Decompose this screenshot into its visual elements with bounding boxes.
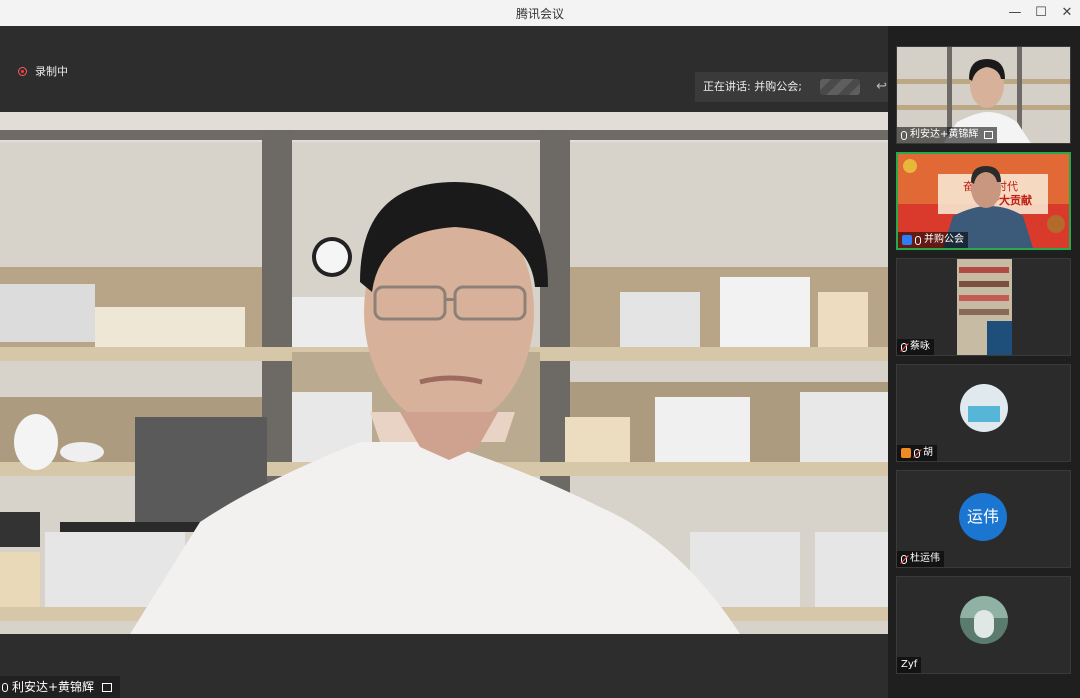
participant-label: 利安达+黄锦辉	[897, 127, 998, 143]
participant-avatar	[960, 596, 1008, 644]
participant-name: 蔡咏	[910, 341, 930, 352]
participant-label: 蔡咏	[897, 339, 934, 355]
participant-tile-active[interactable]: 奋进新时代 十大贡献 并购公会	[896, 152, 1071, 250]
participant-tile[interactable]: 运伟 杜运伟	[896, 470, 1071, 568]
main-speaker-video	[0, 112, 888, 634]
participant-name: 并购公会	[924, 234, 964, 245]
screen-share-icon	[984, 131, 994, 139]
minimize-button[interactable]: —	[1006, 4, 1024, 22]
record-icon	[18, 67, 27, 76]
speaking-indicator: 正在讲话: 并购公会; ↩	[695, 72, 888, 102]
reply-icon[interactable]: ↩	[876, 72, 887, 102]
microphone-icon	[901, 130, 907, 140]
main-speaker-name: 利安达+黄锦辉	[12, 680, 95, 694]
speaking-text: 正在讲话: 并购公会;	[703, 80, 802, 93]
participant-name: 杜运伟	[910, 553, 940, 564]
window-title: 腾讯会议	[515, 7, 564, 21]
participant-label: 杜运伟	[897, 551, 944, 567]
participant-name: 胡	[923, 447, 933, 458]
microphone-muted-icon	[914, 448, 920, 458]
close-button[interactable]: ✕	[1058, 4, 1076, 22]
microphone-muted-icon	[901, 342, 907, 352]
microphone-icon	[915, 235, 921, 245]
app-window: 腾讯会议 — ☐ ✕ 录制中 正在讲话: 并购公会; ↩ 利安达+黄锦辉 利安达…	[0, 0, 1080, 698]
participant-tile[interactable]: 利安达+黄锦辉	[896, 46, 1071, 144]
participant-initials-avatar: 运伟	[959, 493, 1007, 541]
main-speaker-label: 利安达+黄锦辉	[0, 676, 121, 698]
title-bar: 腾讯会议 — ☐ ✕	[0, 0, 1080, 27]
microphone-muted-icon	[901, 554, 907, 564]
main-video-panel[interactable]: 录制中 正在讲话: 并购公会; ↩	[0, 26, 888, 698]
participant-sidebar[interactable]: 利安达+黄锦辉 奋进新时代 十大贡献 并购公会	[888, 26, 1080, 698]
participant-tile[interactable]: 蔡咏	[896, 258, 1071, 356]
user-icon	[902, 235, 912, 245]
participant-avatar	[960, 384, 1008, 432]
recording-label: 录制中	[35, 65, 68, 78]
participant-label: 胡	[897, 445, 937, 461]
user-icon	[901, 448, 911, 458]
participant-tile[interactable]: Zyf	[896, 576, 1071, 674]
microphone-icon	[2, 682, 8, 692]
participant-name: 利安达+黄锦辉	[910, 129, 979, 140]
voice-wave-icon	[820, 79, 860, 95]
participant-label: Zyf	[897, 657, 922, 673]
video-frame-graphic	[0, 112, 888, 634]
maximize-button[interactable]: ☐	[1032, 4, 1050, 22]
participant-tile[interactable]: 胡	[896, 364, 1071, 462]
participant-label: 并购公会	[898, 232, 968, 248]
recording-indicator[interactable]: 录制中	[18, 63, 68, 79]
participant-name: Zyf	[901, 659, 918, 670]
screen-share-icon	[102, 682, 113, 692]
